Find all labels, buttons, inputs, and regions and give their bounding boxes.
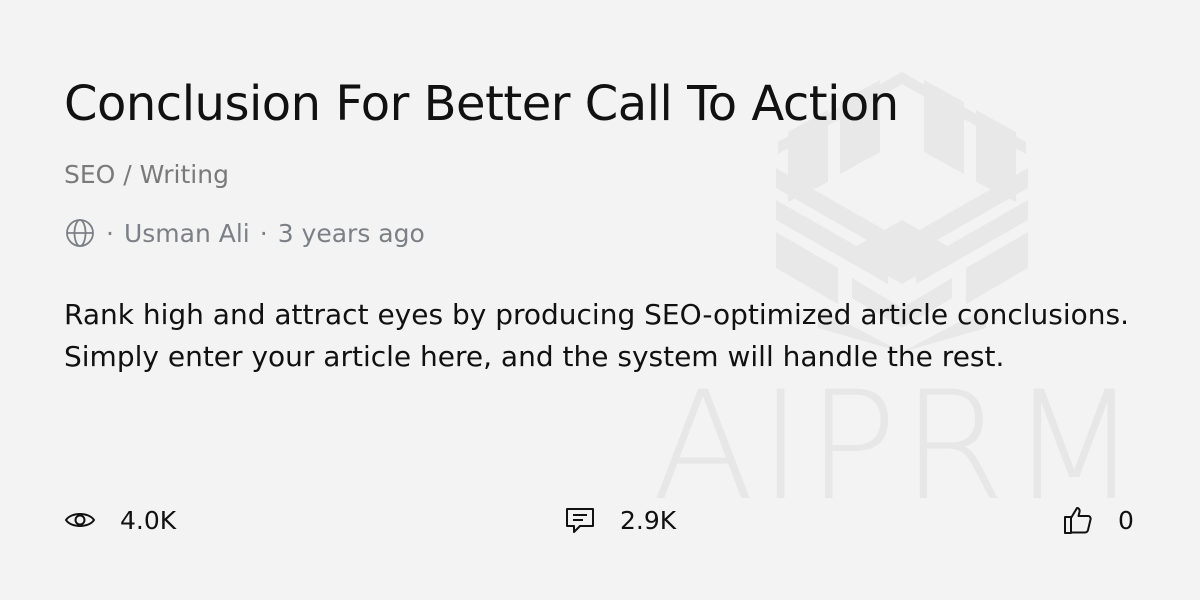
views-count: 4.0K <box>120 505 177 535</box>
likes-count: 0 <box>1118 505 1134 535</box>
thumbs-up-icon[interactable] <box>1062 504 1094 536</box>
prompt-card: AIPRM Conclusion For Better Call To Acti… <box>0 0 1200 600</box>
comment-icon <box>566 508 594 533</box>
page-title: Conclusion For Better Call To Action <box>64 76 899 132</box>
category-breadcrumb[interactable]: SEO / Writing <box>64 160 229 189</box>
globe-icon <box>66 219 94 247</box>
time-ago: 3 years ago <box>277 218 425 248</box>
comments-stat: 2.9K <box>564 500 676 540</box>
eye-icon <box>64 513 96 527</box>
author-name[interactable]: Usman Ali <box>124 219 250 248</box>
description: Rank high and attract eyes by producing … <box>64 298 1129 373</box>
views-stat: 4.0K <box>64 500 176 540</box>
meta-separator: · <box>106 218 114 248</box>
likes-stat[interactable]: 0 <box>1062 500 1134 540</box>
comments-count: 2.9K <box>620 505 677 535</box>
meta-row: · Usman Ali · 3 years ago <box>64 216 425 250</box>
meta-separator: · <box>259 218 268 248</box>
